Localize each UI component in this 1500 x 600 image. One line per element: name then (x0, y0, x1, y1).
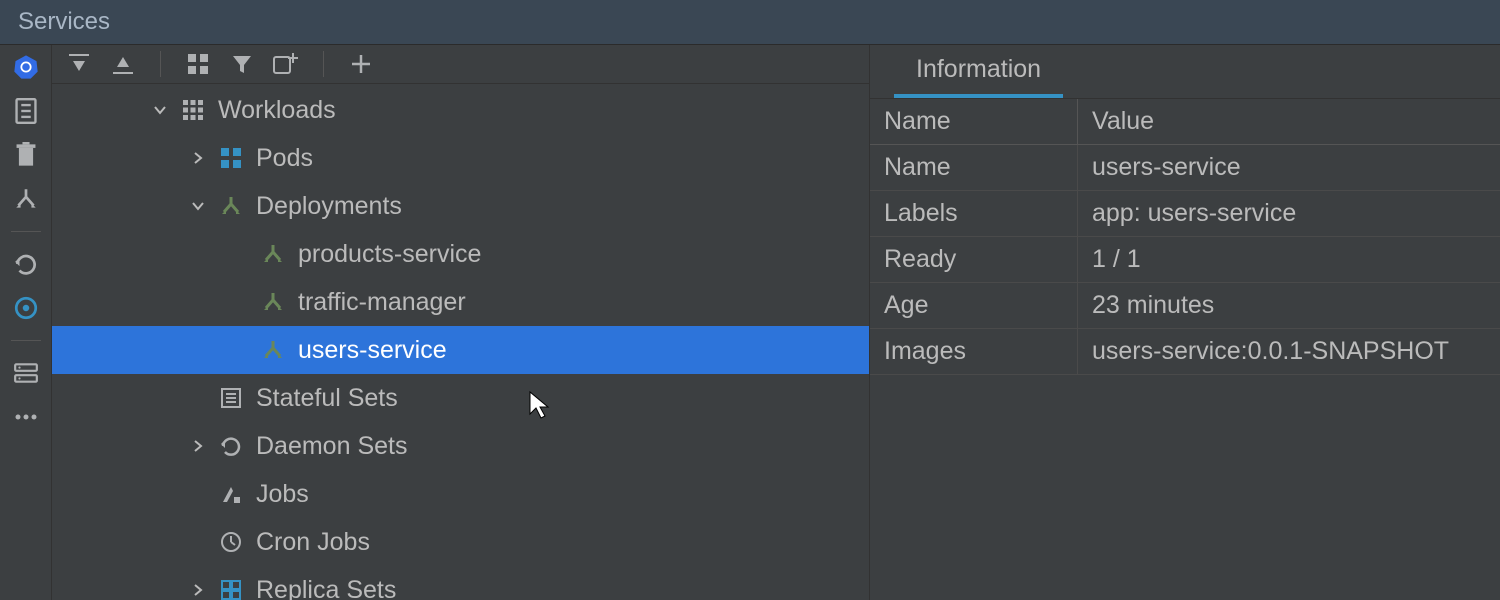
tree-label: Replica Sets (256, 576, 396, 600)
tree-label: Deployments (256, 192, 402, 221)
tree-node-daemon-sets[interactable]: Daemon Sets (52, 422, 869, 470)
tree-node-stateful-sets[interactable]: Stateful Sets (52, 374, 869, 422)
chevron-down-icon (186, 199, 210, 213)
tree-label: Daemon Sets (256, 432, 407, 461)
tree-label: users-service (298, 336, 447, 365)
workloads-icon (178, 99, 208, 121)
table-header: Name Value (870, 99, 1500, 145)
cell-value: app: users-service (1078, 191, 1500, 236)
deployment-icon (258, 243, 288, 265)
cell-name: Labels (870, 191, 1078, 236)
table-row[interactable]: Ready 1 / 1 (870, 237, 1500, 283)
cell-name: Ready (870, 237, 1078, 282)
jobs-icon (216, 483, 246, 505)
replica-sets-icon (216, 579, 246, 600)
panel-title: Services (0, 0, 1500, 45)
tree-node-traffic-manager[interactable]: traffic-manager (52, 278, 869, 326)
tool-strip (0, 45, 52, 600)
table-row[interactable]: Age 23 minutes (870, 283, 1500, 329)
cell-name: Name (870, 145, 1078, 190)
cell-name: Images (870, 329, 1078, 374)
chevron-right-icon (186, 583, 210, 597)
add-panel-icon[interactable] (273, 51, 299, 77)
th-name[interactable]: Name (870, 99, 1078, 144)
server-icon[interactable] (10, 357, 42, 389)
cell-value: 23 minutes (1078, 283, 1500, 328)
tree-label: Jobs (256, 480, 309, 509)
divider (11, 340, 41, 341)
table-body: Name users-service Labels app: users-ser… (870, 145, 1500, 375)
cell-value: 1 / 1 (1078, 237, 1500, 282)
tree-label: Stateful Sets (256, 384, 398, 413)
deployment-icon (258, 339, 288, 361)
th-value[interactable]: Value (1078, 99, 1500, 144)
grid-icon[interactable] (185, 51, 211, 77)
cell-name: Age (870, 283, 1078, 328)
table-row[interactable]: Labels app: users-service (870, 191, 1500, 237)
filter-icon[interactable] (229, 51, 255, 77)
target-icon[interactable] (10, 292, 42, 324)
expand-all-icon[interactable] (66, 51, 92, 77)
tree-label: Pods (256, 144, 313, 173)
separator (160, 51, 161, 77)
tree-label: Workloads (218, 96, 336, 125)
chevron-right-icon (186, 151, 210, 165)
pods-icon (216, 147, 246, 169)
cron-jobs-icon (216, 531, 246, 553)
table-row[interactable]: Name users-service (870, 145, 1500, 191)
plus-icon[interactable] (348, 51, 374, 77)
collapse-all-icon[interactable] (110, 51, 136, 77)
stateful-sets-icon (216, 387, 246, 409)
tree-label: Cron Jobs (256, 528, 370, 557)
deployment-icon (216, 195, 246, 217)
workload-tree: Workloads Pods Deployments products-serv… (52, 84, 869, 600)
details-panel: Information Name Value Name users-servic… (870, 45, 1500, 600)
tree-panel: Workloads Pods Deployments products-serv… (52, 45, 870, 600)
daemon-sets-icon (216, 434, 246, 458)
tree-node-products-service[interactable]: products-service (52, 230, 869, 278)
separator (323, 51, 324, 77)
tree-node-workloads[interactable]: Workloads (52, 86, 869, 134)
kubernetes-icon[interactable] (10, 51, 42, 83)
more-icon[interactable] (10, 401, 42, 433)
tree-toolbar (52, 45, 869, 84)
tree-node-replica-sets[interactable]: Replica Sets (52, 566, 869, 600)
table-row[interactable]: Images users-service:0.0.1-SNAPSHOT (870, 329, 1500, 375)
deployment-icon (258, 291, 288, 313)
trash-icon[interactable] (10, 139, 42, 171)
tab-information[interactable]: Information (894, 45, 1063, 98)
tree-node-deployments[interactable]: Deployments (52, 182, 869, 230)
tree-label: traffic-manager (298, 288, 466, 317)
divider (11, 231, 41, 232)
tab-bar: Information (870, 45, 1500, 99)
tree-node-pods[interactable]: Pods (52, 134, 869, 182)
tree-label: products-service (298, 240, 481, 269)
refresh-icon[interactable] (10, 248, 42, 280)
tree-node-users-service[interactable]: users-service (52, 326, 869, 374)
tree-node-jobs[interactable]: Jobs (52, 470, 869, 518)
tree-node-cron-jobs[interactable]: Cron Jobs (52, 518, 869, 566)
info-table: Name Value Name users-service Labels app… (870, 99, 1500, 600)
branch-icon[interactable] (10, 183, 42, 215)
cell-value: users-service (1078, 145, 1500, 190)
document-icon[interactable] (10, 95, 42, 127)
chevron-down-icon (148, 103, 172, 117)
cell-value: users-service:0.0.1-SNAPSHOT (1078, 329, 1500, 374)
chevron-right-icon (186, 439, 210, 453)
